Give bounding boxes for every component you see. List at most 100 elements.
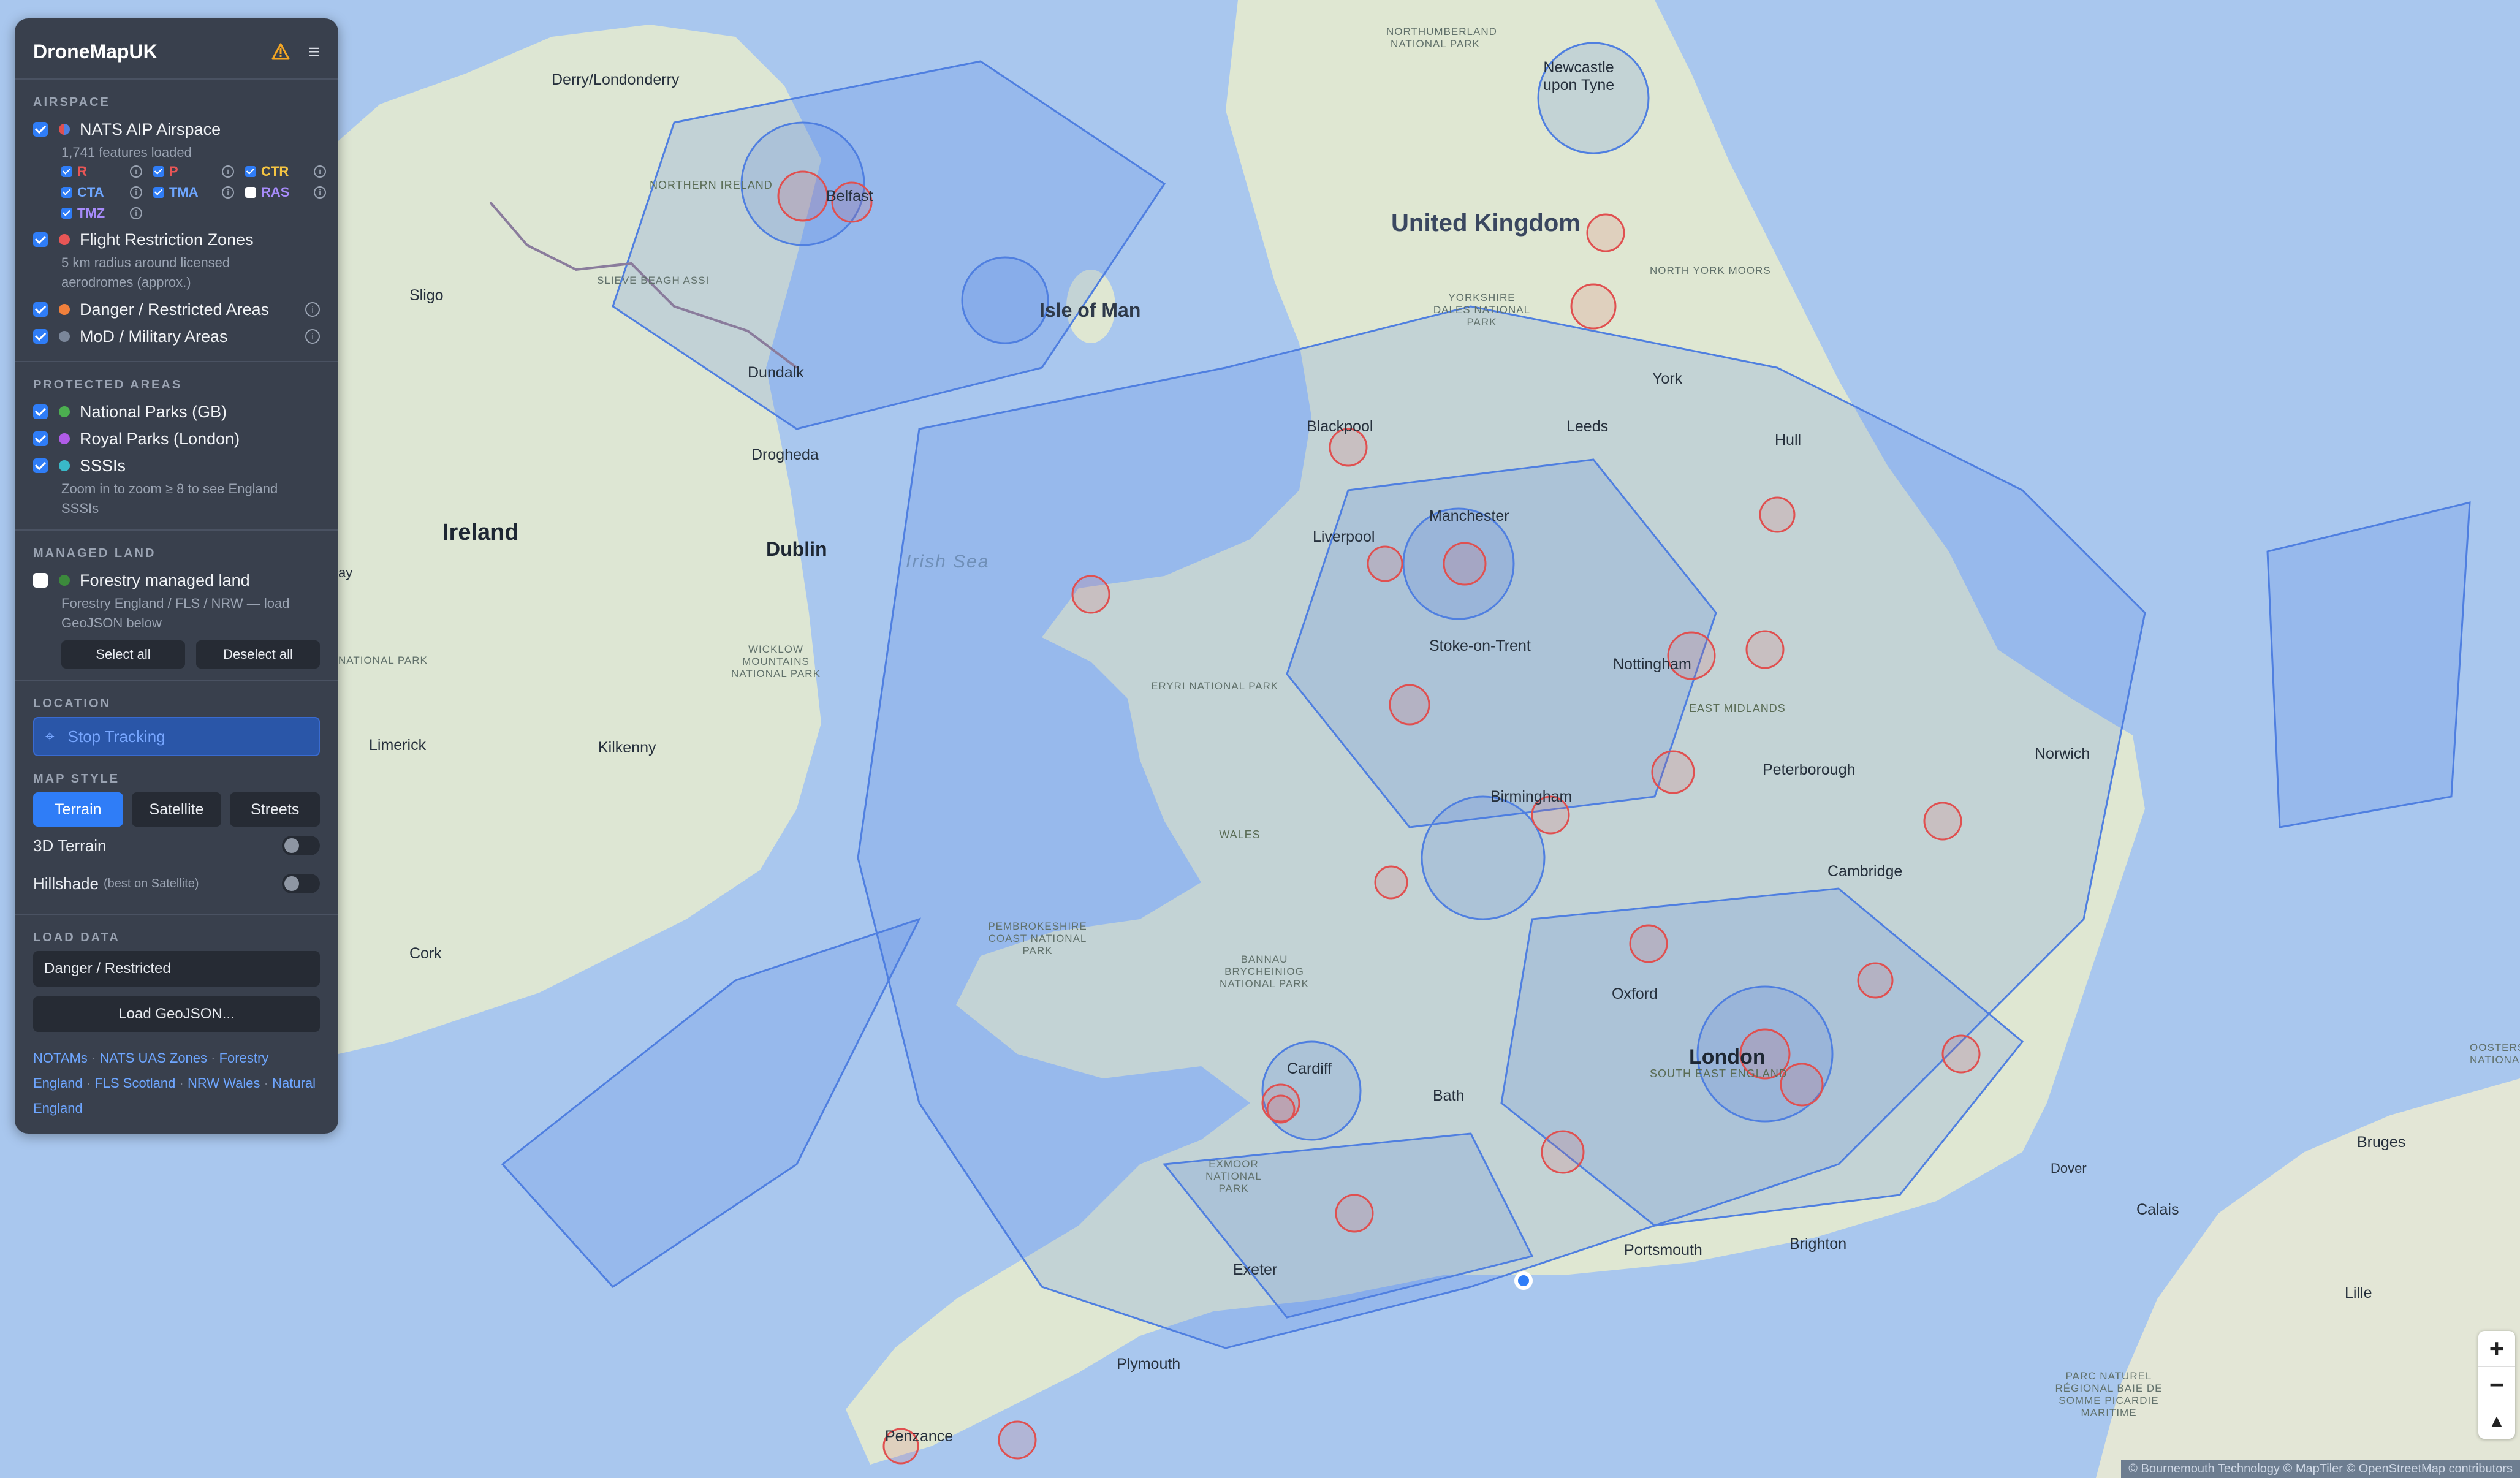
nats-swatch-icon <box>59 124 70 135</box>
deselect-all-button[interactable]: Deselect all <box>196 640 320 669</box>
link-nrw-wales[interactable]: NRW Wales <box>188 1075 260 1091</box>
nats-features-note: 1,741 features loaded <box>61 145 192 160</box>
nats-checkbox[interactable] <box>33 122 48 137</box>
checkbox-ctr[interactable] <box>245 166 256 177</box>
forestry-checkbox[interactable] <box>33 573 48 588</box>
sublayer-cta[interactable]: CTA i <box>61 183 153 202</box>
style-streets-button[interactable]: Streets <box>230 792 321 827</box>
terrain-3d-row: 3D Terrain <box>33 827 320 865</box>
label-ay: ay <box>338 565 353 580</box>
checkbox-tma[interactable] <box>153 187 164 198</box>
danger-toggle[interactable]: Danger / Restricted Areas i <box>33 296 320 323</box>
info-icon[interactable]: i <box>314 186 326 199</box>
label-plymouth: Plymouth <box>1117 1355 1181 1373</box>
hillshade-row: Hillshade (best on Satellite) <box>33 865 320 903</box>
royal-parks-swatch-icon <box>59 433 70 444</box>
sublayer-p[interactable]: Pi <box>153 162 245 181</box>
link-fls-scotland[interactable]: FLS Scotland <box>94 1075 175 1091</box>
label-united-kingdom: United Kingdom <box>1391 210 1581 237</box>
nats-aip-toggle[interactable]: NATS AIP Airspace <box>33 116 320 143</box>
label-national-park-left: NATIONAL PARK <box>338 654 428 666</box>
hillshade-toggle[interactable] <box>282 874 320 893</box>
warning-icon[interactable] <box>271 43 290 60</box>
frz-toggle[interactable]: Flight Restriction Zones <box>33 226 320 253</box>
label-northern-ireland: NORTHERN IRELAND <box>650 179 773 191</box>
forestry-note-1: Forestry England / FLS / NRW — load <box>61 596 290 611</box>
info-icon[interactable]: i <box>130 165 142 178</box>
forestry-toggle[interactable]: Forestry managed land <box>33 567 320 594</box>
frz-circle <box>1389 684 1430 726</box>
sublayer-tma[interactable]: TMA i <box>153 183 245 202</box>
location-header: LOCATION <box>33 697 111 710</box>
checkbox-r[interactable] <box>61 166 72 177</box>
sublayer-r[interactable]: Ri <box>61 162 153 181</box>
frz-note-1: 5 km radius around licensed <box>61 255 230 270</box>
sssi-toggle[interactable]: SSSIs <box>33 452 320 479</box>
terrain-3d-toggle[interactable] <box>282 836 320 855</box>
sublayer-tmz[interactable]: TMZ i <box>61 204 153 222</box>
label-exeter: Exeter <box>1233 1261 1278 1278</box>
load-data-header: LOAD DATA <box>33 931 120 944</box>
info-icon[interactable]: i <box>130 186 142 199</box>
danger-checkbox[interactable] <box>33 302 48 317</box>
national-parks-toggle[interactable]: National Parks (GB) <box>33 398 320 425</box>
label-limerick: Limerick <box>369 737 427 754</box>
royal-parks-toggle[interactable]: Royal Parks (London) <box>33 425 320 452</box>
info-icon[interactable]: i <box>305 329 320 344</box>
frz-checkbox[interactable] <box>33 232 48 247</box>
style-satellite-button[interactable]: Satellite <box>131 792 222 827</box>
zoom-in-button[interactable]: + <box>2478 1331 2515 1367</box>
sublayer-p-label: P <box>169 164 178 179</box>
label-birmingham: Birmingham <box>1490 788 1573 805</box>
info-icon[interactable]: i <box>222 165 234 178</box>
label-london: London <box>1689 1045 1766 1069</box>
national-parks-label: National Parks (GB) <box>80 402 227 421</box>
national-parks-checkbox[interactable] <box>33 404 48 419</box>
sublayer-ras[interactable]: RAS i <box>245 183 337 202</box>
sublayer-cta-label: CTA <box>77 184 104 200</box>
checkbox-cta[interactable] <box>61 187 72 198</box>
label-penzance: Penzance <box>885 1428 954 1445</box>
checkbox-p[interactable] <box>153 166 164 177</box>
protected-header: PROTECTED AREAS <box>33 378 183 392</box>
zoom-out-button[interactable]: − <box>2478 1367 2515 1403</box>
select-all-button[interactable]: Select all <box>61 640 185 669</box>
map-canvas[interactable]: United Kingdom Ireland London Dublin Isl… <box>0 0 2520 1478</box>
frz-circle <box>1570 283 1617 330</box>
info-icon[interactable]: i <box>222 186 234 199</box>
menu-icon[interactable]: ≡ <box>308 40 320 63</box>
mod-swatch-icon <box>59 331 70 342</box>
label-east-midlands: EAST MIDLANDS <box>1689 702 1786 714</box>
label-kilkenny: Kilkenny <box>598 739 656 756</box>
info-icon[interactable]: i <box>305 302 320 317</box>
compass-button[interactable]: ▲ <box>2478 1403 2515 1439</box>
royal-parks-checkbox[interactable] <box>33 431 48 446</box>
mod-checkbox[interactable] <box>33 329 48 344</box>
style-terrain-button[interactable]: Terrain <box>33 792 123 827</box>
label-manchester: Manchester <box>1429 507 1509 525</box>
frz-note-2: aerodromes (approx.) <box>61 275 191 290</box>
hillshade-label: Hillshade <box>33 874 99 893</box>
link-notams[interactable]: NOTAMs <box>33 1050 88 1066</box>
label-cork: Cork <box>409 945 442 962</box>
forestry-note-2: GeoJSON below <box>61 615 162 631</box>
checkbox-ras[interactable] <box>245 187 256 198</box>
label-dundalk: Dundalk <box>748 364 804 381</box>
checkbox-tmz[interactable] <box>61 208 72 219</box>
sublayer-ctr[interactable]: CTR i <box>245 162 337 181</box>
stop-tracking-button[interactable]: ⌖ Stop Tracking <box>33 717 320 756</box>
link-nats-uas[interactable]: NATS UAS Zones <box>99 1050 207 1066</box>
load-geojson-button[interactable]: Load GeoJSON... <box>33 996 320 1032</box>
info-icon[interactable]: i <box>130 207 142 219</box>
label-exmoor-np: EXMOOR NATIONAL PARK <box>1205 1158 1262 1194</box>
info-icon[interactable]: i <box>314 165 326 178</box>
frz-swatch-icon <box>59 234 70 245</box>
label-sligo: Sligo <box>409 287 444 304</box>
mod-toggle[interactable]: MoD / Military Areas i <box>33 323 320 350</box>
label-yorkshire-dales-np: YORKSHIRE DALES NATIONAL PARK <box>1433 292 1531 328</box>
zoom-control: + − ▲ <box>2478 1331 2515 1439</box>
sssi-checkbox[interactable] <box>33 458 48 473</box>
label-nottingham: Nottingham <box>1613 656 1691 673</box>
load-type-select[interactable]: Danger / Restricted <box>33 951 320 987</box>
label-bruges: Bruges <box>2357 1134 2406 1151</box>
